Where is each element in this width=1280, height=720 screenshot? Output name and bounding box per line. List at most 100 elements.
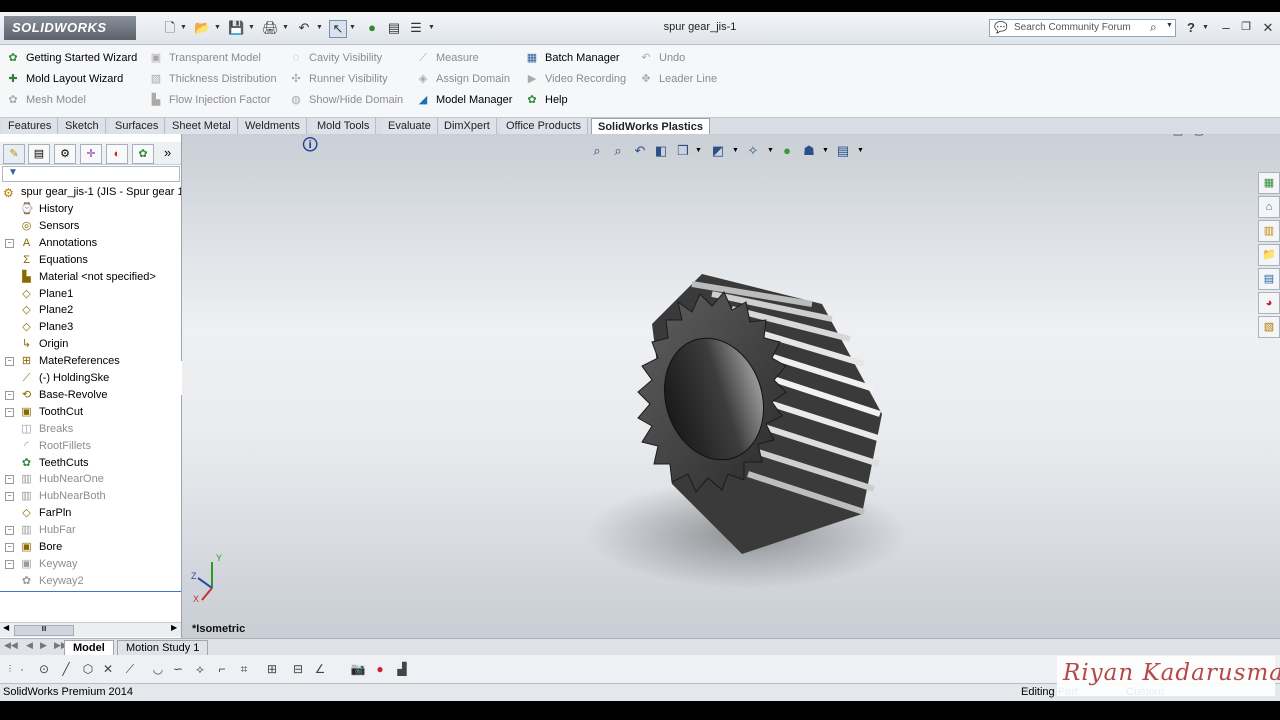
- chevron-down-icon[interactable]: ▼: [316, 20, 324, 36]
- zoom-to-area-icon[interactable]: ⌕: [610, 143, 626, 159]
- tab-sketch[interactable]: Sketch: [59, 118, 106, 135]
- expand-toggle-icon[interactable]: −: [5, 475, 14, 485]
- runner-visibility-button[interactable]: ✣ Runner Visibility: [289, 69, 387, 89]
- solidworks-resources-icon[interactable]: ▦: [1258, 172, 1280, 194]
- tree-item[interactable]: − ▣ Bore: [0, 539, 181, 556]
- file-explorer-icon[interactable]: 📁: [1258, 244, 1280, 266]
- flow-injection-factor-button[interactable]: ▙ Flow Injection Factor: [149, 90, 271, 110]
- expand-toggle-icon[interactable]: −: [5, 526, 14, 536]
- chevron-down-icon[interactable]: ▼: [1202, 20, 1210, 36]
- mesh-model-button[interactable]: ✿ Mesh Model: [6, 90, 86, 110]
- mold-layout-wizard-button[interactable]: ✚ Mold Layout Wizard: [6, 69, 123, 89]
- chevron-down-icon[interactable]: ▼: [248, 20, 256, 36]
- tree-item[interactable]: − ▣ Keyway: [0, 556, 181, 573]
- expand-toggle-icon[interactable]: −: [5, 543, 14, 552]
- viewport-close-icon[interactable]: ✕: [1257, 134, 1273, 139]
- nav-prev-icon[interactable]: ◀: [26, 640, 33, 651]
- chevron-down-icon[interactable]: ▼: [857, 147, 864, 154]
- chevron-down-icon[interactable]: ▼: [428, 20, 436, 36]
- camera-icon[interactable]: 📷: [350, 661, 366, 677]
- expand-toggle-icon[interactable]: −: [5, 407, 14, 417]
- tree-item[interactable]: ✿ TeethCuts: [0, 455, 181, 472]
- tab-motion-study[interactable]: Motion Study 1: [117, 640, 209, 656]
- tree-item[interactable]: − ▣ ToothCut: [0, 404, 181, 421]
- angle-icon[interactable]: ∠: [312, 661, 328, 677]
- model-manager-button[interactable]: ◢ Model Manager: [416, 90, 513, 110]
- chevron-down-icon[interactable]: ▼: [822, 147, 829, 154]
- show-hide-domain-button[interactable]: ◍ Show/Hide Domain: [289, 90, 403, 110]
- view-settings-icon[interactable]: ▤: [835, 143, 851, 159]
- rectangle-icon[interactable]: ⌗: [236, 661, 252, 677]
- chevron-down-icon[interactable]: ▼: [180, 20, 188, 36]
- record-icon[interactable]: ●: [372, 661, 388, 677]
- viewport-restore-icon[interactable]: ❐: [1234, 134, 1250, 139]
- hide-show-items-icon[interactable]: ✧: [745, 143, 761, 159]
- print-icon[interactable]: 🖨: [262, 20, 279, 36]
- nav-next-icon[interactable]: ▶: [40, 640, 47, 651]
- gear-model[interactable]: [582, 234, 912, 614]
- tree-item[interactable]: − ▥ HubFar: [0, 522, 181, 539]
- feature-manager-tab-icon[interactable]: ✎: [3, 144, 25, 164]
- leader-line-button[interactable]: ✥ Leader Line: [639, 69, 717, 89]
- view-orientation-icon[interactable]: ❒: [675, 143, 691, 159]
- minimize-icon[interactable]: –: [1218, 20, 1234, 35]
- tab-surfaces[interactable]: Surfaces: [109, 118, 166, 135]
- tab-office-products[interactable]: Office Products: [500, 118, 588, 135]
- trim-icon[interactable]: ✕: [100, 661, 116, 677]
- tree-item[interactable]: ⌚ History: [0, 201, 181, 218]
- cavity-visibility-button[interactable]: ◌ Cavity Visibility: [289, 48, 382, 68]
- tab-features[interactable]: Features: [2, 118, 59, 135]
- expand-toggle-icon[interactable]: −: [5, 559, 14, 569]
- horizontal-dimension-icon[interactable]: ⊟: [290, 661, 306, 677]
- chevron-down-icon[interactable]: ▼: [1166, 22, 1173, 29]
- undo-icon[interactable]: ↶: [296, 20, 312, 36]
- tree-item[interactable]: ◎ Sensors: [0, 218, 181, 235]
- tree-item[interactable]: − A Annotations: [0, 235, 181, 252]
- getting-started-wizard-button[interactable]: ✿ Getting Started Wizard: [6, 48, 137, 68]
- appearances-icon[interactable]: ◕: [1258, 292, 1280, 314]
- chevron-right-icon[interactable]: »: [164, 145, 171, 160]
- tree-item[interactable]: − ⊞ MateReferences: [0, 353, 181, 370]
- plastics-manager-tab-icon[interactable]: ✿: [132, 144, 154, 164]
- viewport-split-icon[interactable]: ▣: [1170, 134, 1186, 139]
- video-recording-button[interactable]: ▶ Video Recording: [525, 69, 626, 89]
- thickness-distribution-button[interactable]: ▧ Thickness Distribution: [149, 69, 277, 89]
- transparent-model-button[interactable]: ▣ Transparent Model: [149, 48, 261, 68]
- point-icon[interactable]: ·: [14, 661, 30, 677]
- help-icon[interactable]: ?: [1183, 20, 1199, 35]
- scroll-left-icon[interactable]: ◀: [3, 623, 9, 632]
- expand-toggle-icon[interactable]: −: [5, 238, 14, 248]
- save-icon[interactable]: 💾: [228, 20, 244, 36]
- chevron-down-icon[interactable]: ▼: [282, 20, 290, 36]
- expand-toggle-icon[interactable]: −: [5, 390, 14, 400]
- options-icon[interactable]: ☰: [408, 20, 424, 36]
- tab-sheet-metal[interactable]: Sheet Metal: [166, 118, 238, 135]
- edit-appearance-icon[interactable]: ●: [779, 143, 795, 159]
- scroll-right-icon[interactable]: ▶: [171, 623, 177, 632]
- search-icon[interactable]: ⌕: [1150, 20, 1157, 35]
- tree-item[interactable]: − ▥ HubNearBoth: [0, 488, 181, 505]
- nav-first-icon[interactable]: ◀◀: [4, 640, 18, 651]
- filter-input[interactable]: ▼: [2, 166, 180, 182]
- construction-line-icon[interactable]: ⟋: [122, 661, 138, 677]
- close-icon[interactable]: ✕: [1260, 20, 1276, 36]
- tree-item[interactable]: ✿ Keyway2: [0, 573, 181, 590]
- polygon-icon[interactable]: ⬡: [80, 661, 96, 677]
- search-community-input[interactable]: 💬 Search Community Forum ⌕ ▼: [989, 19, 1176, 37]
- render-icon[interactable]: ▟: [394, 661, 410, 677]
- tree-item[interactable]: ◇ Plane3: [0, 319, 181, 336]
- horizontal-scrollbar[interactable]: ◀ Ⅲ ▶: [0, 622, 181, 637]
- property-manager-tab-icon[interactable]: ▤: [28, 144, 50, 164]
- tab-model[interactable]: Model: [64, 640, 114, 656]
- tab-dimxpert[interactable]: DimXpert: [438, 118, 497, 135]
- chevron-down-icon[interactable]: ▼: [732, 147, 739, 154]
- chevron-down-icon[interactable]: ▼: [767, 147, 774, 154]
- home-icon[interactable]: ⌂: [1258, 196, 1280, 218]
- arc-icon[interactable]: ◡: [150, 661, 166, 677]
- chevron-down-icon[interactable]: ▼: [695, 147, 702, 154]
- assign-domain-button[interactable]: ◈ Assign Domain: [416, 69, 510, 89]
- measure-button[interactable]: ⟋ Measure: [416, 48, 479, 68]
- solidworks-logo[interactable]: SOLIDWORKS: [4, 16, 136, 40]
- expand-toggle-icon[interactable]: −: [5, 357, 14, 367]
- select-pointer-icon[interactable]: ↖: [329, 20, 347, 38]
